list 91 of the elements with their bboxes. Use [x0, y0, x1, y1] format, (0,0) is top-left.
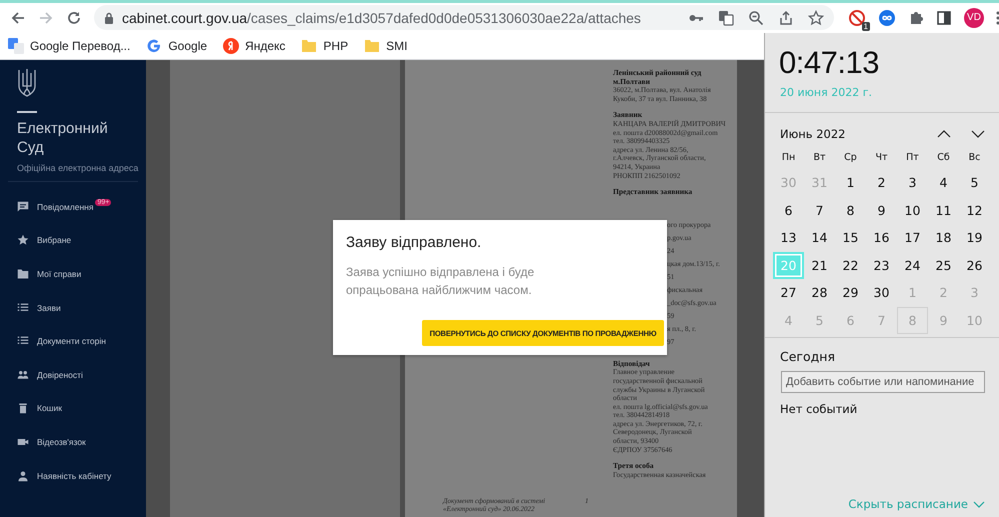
calendar-day[interactable]: 4	[928, 169, 959, 196]
calendar-day[interactable]: 21	[804, 252, 835, 279]
calendar-day[interactable]: 23	[866, 252, 897, 279]
app-title: Електронний Суд	[17, 119, 109, 157]
weekday-label: Вс	[968, 151, 982, 165]
weekday-label: Вт	[812, 151, 827, 165]
share-icon[interactable]	[778, 10, 794, 26]
reload-icon[interactable]	[66, 10, 82, 26]
weekday-label: Пн	[780, 151, 796, 165]
bookmark-item[interactable]: Яндекс	[223, 38, 286, 54]
calendar-day[interactable]: 17	[897, 224, 928, 252]
calendar-day[interactable]: 5	[959, 169, 990, 196]
weekday-label: Пт	[905, 151, 920, 165]
calendar-day[interactable]: 13	[773, 224, 804, 252]
calendar-day[interactable]: 1	[835, 169, 866, 196]
calendar-day[interactable]: 24	[897, 252, 928, 279]
sidebar-item[interactable]: Кошик	[0, 392, 146, 426]
folder-icon	[17, 268, 29, 280]
lock-icon	[104, 12, 114, 24]
sidebar-item[interactable]: Заяви	[0, 290, 146, 324]
bookmark-item[interactable]: PHP	[301, 38, 348, 54]
calendar-day[interactable]: 25	[928, 252, 959, 279]
translate-icon	[8, 38, 24, 54]
weekday-label: Сб	[936, 151, 951, 165]
sidebar-item[interactable]: Вибране	[0, 224, 146, 258]
calendar-day[interactable]: 29	[835, 279, 866, 306]
calendar-day[interactable]: 3	[897, 169, 928, 196]
calendar-day[interactable]: 10	[897, 196, 928, 224]
trident-logo-icon	[17, 68, 37, 98]
calendar-day[interactable]: 11	[928, 196, 959, 224]
url-text[interactable]: cabinet.court.gov.ua/cases_claims/e1d3057dafed0d0de0531306030ae22a/attaches	[122, 10, 641, 26]
calendar-day[interactable]: 27	[773, 279, 804, 306]
address-bar[interactable]: cabinet.court.gov.ua/cases_claims/e1d3057dafed0d0de0531306030ae22a/attaches	[94, 5, 834, 30]
sidebar-item[interactable]: Мої справи	[0, 257, 146, 291]
people-icon	[17, 368, 29, 381]
infinity-icon[interactable]	[878, 8, 896, 26]
calendar-day[interactable]: 19	[959, 224, 990, 252]
yandex-icon	[223, 38, 240, 54]
calendar-day[interactable]: 12	[959, 196, 990, 224]
translate-icon[interactable]	[718, 10, 734, 26]
calendar-day[interactable]: 2	[866, 169, 897, 196]
calendar-day[interactable]: 14	[804, 224, 835, 252]
calendar-day[interactable]: 9	[866, 196, 897, 224]
dialog-title: Заяву відправлено.	[346, 234, 482, 251]
calendar-day[interactable]: 26	[959, 252, 990, 279]
calendar-day[interactable]: 15	[835, 224, 866, 252]
calendar-day[interactable]: 6	[773, 196, 804, 224]
sidebar-item[interactable]: Довіреності	[0, 358, 146, 392]
sidebar-item[interactable]: Відеозв'язок	[0, 425, 146, 459]
chevron-up-icon[interactable]	[937, 130, 951, 138]
calendar-day[interactable]: 7	[804, 196, 835, 224]
list-icon	[17, 302, 29, 314]
calendar-day[interactable]: 22	[835, 252, 866, 279]
calendar-day[interactable]: 18	[928, 224, 959, 252]
google-g-icon	[146, 38, 162, 54]
no-events-text: Нет событий	[780, 402, 858, 416]
star-icon[interactable]	[808, 10, 824, 26]
person-icon	[17, 470, 29, 482]
chat-icon	[17, 200, 29, 213]
folder-icon	[364, 38, 380, 54]
puzzle-icon[interactable]	[908, 10, 924, 26]
sidebar-item[interactable]: Документи сторін	[0, 324, 146, 358]
bookmark-item[interactable]: Google	[146, 38, 208, 54]
clock-time: 0:47:13	[779, 45, 880, 81]
folder-icon	[301, 38, 318, 54]
sidebar-item[interactable]: Наявність кабінету	[0, 458, 146, 492]
chevron-down-icon[interactable]	[971, 130, 985, 138]
block-icon	[848, 8, 866, 26]
zoom-out-icon[interactable]	[748, 10, 764, 26]
weekday-label: Ср	[843, 151, 858, 165]
extension-badge: 1	[862, 22, 870, 30]
calendar-day[interactable]: 28	[804, 279, 835, 306]
side-panel-icon[interactable]	[936, 10, 952, 26]
bookmark-item[interactable]: Google Перевод...	[8, 38, 130, 54]
event-input-field[interactable]: Добавить событие или напоминание	[781, 371, 985, 393]
calendar-day[interactable]: 30	[866, 279, 897, 306]
more-menu-icon[interactable]	[996, 10, 999, 26]
chevron-down-icon	[973, 500, 985, 508]
weekday-label: Чт	[874, 151, 889, 165]
profile-avatar[interactable]: VD	[964, 8, 984, 28]
dialog-message: Заява успішно відправлена і буде опрацьована найближчим часом.	[346, 264, 536, 299]
calendar-day[interactable]: 8	[835, 196, 866, 224]
month-title[interactable]: Июнь 2022	[780, 127, 846, 141]
calendar-day[interactable]: 16	[866, 224, 897, 252]
bookmark-item[interactable]: SMI	[364, 38, 408, 54]
back-icon[interactable]	[10, 10, 26, 26]
blocked-extension-icon[interactable]: 1	[848, 8, 866, 26]
today-heading: Сегодня	[780, 349, 836, 364]
trash-icon	[17, 402, 29, 414]
app-subtitle: Офіційна електронна адреса	[17, 163, 140, 173]
star-icon	[17, 234, 29, 246]
